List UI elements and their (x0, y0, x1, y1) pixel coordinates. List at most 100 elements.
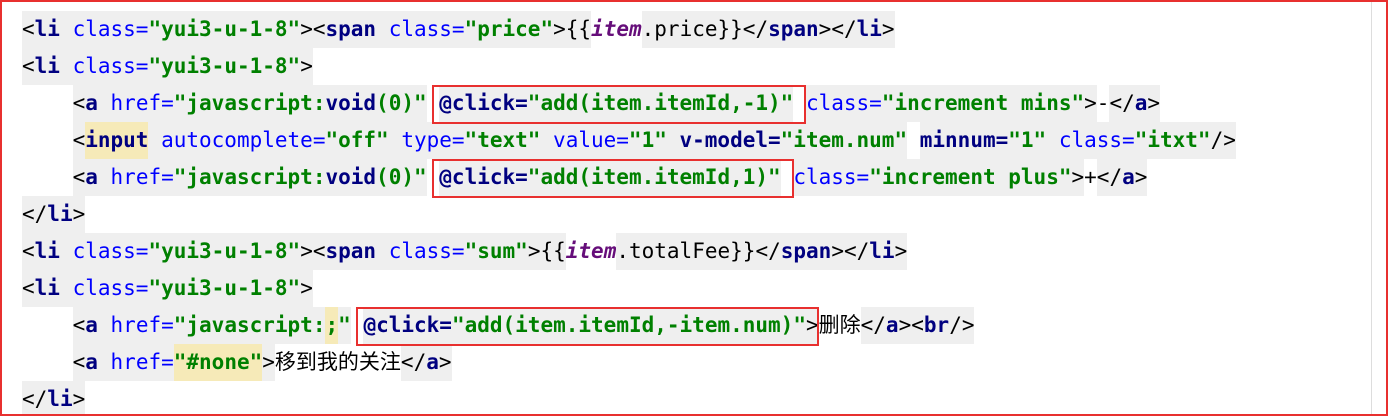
code-token: > (898, 307, 912, 344)
code-line[interactable]: </li> (22, 196, 86, 233)
code-token: @click= (439, 159, 528, 196)
code-token: "increment mins" (881, 85, 1085, 122)
code-token: {{ (565, 11, 592, 48)
code-token: li (856, 11, 882, 48)
code-token: </ (400, 344, 427, 381)
code-token: a (85, 85, 98, 122)
code-line[interactable]: <input autocomplete="off" type="text" va… (22, 122, 1236, 159)
code-token: "javascript: (173, 159, 326, 196)
code-line[interactable]: <li class="yui3-u-1-8"> (22, 270, 313, 307)
code-token: > (553, 11, 566, 48)
code-token: > (300, 233, 313, 270)
code-token: @click= (439, 85, 528, 122)
code-token: > (300, 11, 313, 48)
code-token: item (591, 17, 642, 41)
code-token: < (22, 233, 35, 270)
code-token: "yui3-u-1-8" (148, 48, 301, 85)
code-token: > (1084, 85, 1097, 122)
code-token: class= (805, 85, 882, 122)
code-token: "price" (464, 11, 554, 48)
code-token: < (72, 85, 86, 122)
code-token: "sum" (464, 233, 528, 270)
code-token: < (312, 233, 326, 270)
code-token: </ (1109, 85, 1135, 122)
code-token: li (34, 270, 60, 307)
code-token: a (426, 344, 439, 381)
code-token: > (894, 233, 908, 270)
code-line[interactable]: <a href="#none">移到我的关注</a> (22, 344, 452, 381)
code-token: li (869, 233, 895, 270)
code-token: < (72, 122, 86, 159)
code-token: class= (376, 233, 465, 270)
code-token: </ (1096, 159, 1123, 196)
code-token: > (1071, 159, 1085, 196)
code-token: "text" (464, 122, 541, 159)
code-line[interactable]: </li> (22, 381, 86, 414)
code-token: span (780, 233, 832, 270)
code-token: minnum= (919, 122, 1009, 159)
code-token: "yui3-u-1-8" (148, 270, 301, 307)
code-token: class= (376, 11, 465, 48)
code-token: "1" (1008, 122, 1047, 159)
code-token: class= (793, 159, 870, 196)
code-token: "add(item.itemId,-1)" (527, 85, 794, 122)
code-token: 移到我的关注 (274, 350, 401, 374)
code-token: a (1134, 85, 1148, 122)
code-token: > (438, 344, 452, 381)
code-token: type= (388, 122, 465, 159)
code-token: "javascript: (173, 85, 326, 122)
code-line[interactable]: <a href="javascript:void(0)" @click="add… (22, 85, 1161, 122)
code-token: href= (97, 85, 174, 122)
code-token: </ (742, 11, 769, 48)
code-token: "itxt" (1134, 122, 1211, 159)
code-token: {{ (540, 233, 566, 270)
code-token: " (338, 307, 351, 344)
code-token: input (85, 122, 149, 159)
code-token: .price (641, 11, 718, 48)
code-token: < (22, 48, 35, 85)
code-token: void (325, 85, 377, 122)
code-token: class= (59, 11, 149, 48)
code-token: .totalFee (616, 233, 731, 270)
code-token: > (527, 233, 541, 270)
code-editor[interactable]: <li class="yui3-u-1-8"><span class="pric… (0, 0, 1388, 416)
code-token: @click= (363, 307, 452, 344)
code-token: li (34, 11, 60, 48)
code-token: </ (843, 233, 870, 270)
code-token: < (72, 307, 86, 344)
code-line[interactable]: <a href="javascript:;" @click="add(item.… (22, 307, 975, 344)
code-token: a (885, 307, 899, 344)
code-token: < (22, 11, 35, 48)
code-token: > (1134, 159, 1148, 196)
code-token: href= (97, 307, 174, 344)
code-token: < (72, 344, 86, 381)
code-line[interactable]: <li class="yui3-u-1-8"><span class="pric… (22, 11, 895, 48)
code-line[interactable]: <li class="yui3-u-1-8"><span class="sum"… (22, 233, 908, 270)
code-line[interactable]: <a href="javascript:void(0)" @click="add… (22, 159, 1148, 196)
code-token: (0)" (376, 85, 427, 122)
code-token: class= (59, 233, 149, 270)
code-token: + (1084, 165, 1097, 189)
code-token: > (805, 307, 819, 344)
code-token: < (22, 270, 35, 307)
code-token: < (72, 159, 86, 196)
code-token: </ (860, 307, 886, 344)
code-line[interactable]: <li class="yui3-u-1-8"> (22, 48, 313, 85)
code-token: > (72, 381, 86, 414)
code-token: span (325, 11, 377, 48)
code-token: item (565, 239, 617, 263)
code-token: void (325, 159, 377, 196)
code-token: </ (755, 233, 781, 270)
code-token: > (831, 233, 844, 270)
code-token: > (818, 11, 832, 48)
code-token: a (1122, 159, 1135, 196)
code-token: > (300, 270, 313, 307)
